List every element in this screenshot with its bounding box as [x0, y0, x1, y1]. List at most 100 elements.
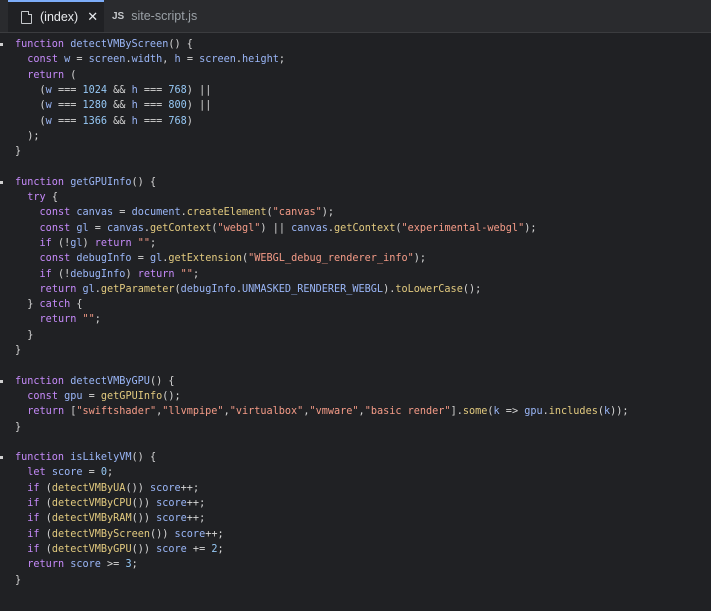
- code-token: "WEBGL_debug_renderer_info": [248, 253, 414, 265]
- code-token: (: [39, 513, 52, 525]
- code-token: "": [137, 237, 151, 249]
- code-token: const: [27, 54, 65, 66]
- code-line: } catch {: [15, 297, 83, 312]
- code-token: ;: [107, 467, 114, 479]
- code-token: debugInfo: [76, 253, 132, 265]
- code-token: ));: [610, 406, 629, 418]
- code-token: ===: [137, 100, 169, 112]
- code-token: "virtualbox": [229, 406, 304, 418]
- code-token: function: [15, 375, 71, 387]
- code-token: =: [70, 54, 89, 66]
- code-token: (: [39, 543, 52, 555]
- code-token: 1280: [82, 100, 108, 112]
- code-token: detectVMByUA: [51, 482, 126, 494]
- code-token: UNMASKED_RENDERER_WEBGL: [242, 283, 384, 295]
- code-token: score: [156, 498, 187, 509]
- code-token: "experimental-webgl": [401, 222, 525, 234]
- code-token: "vmware": [309, 406, 359, 418]
- code-line: }: [15, 144, 21, 159]
- code-token: =: [82, 467, 101, 479]
- code-token: }: [15, 345, 22, 356]
- code-token: ) ||: [186, 100, 212, 112]
- code-token: gl: [70, 237, 83, 249]
- code-token: getGPUInfo: [70, 176, 132, 188]
- code-line: }: [15, 328, 33, 343]
- code-token: ;: [278, 54, 285, 66]
- code-token: (: [39, 498, 52, 509]
- code-token: =: [113, 207, 132, 219]
- code-token: if: [39, 268, 52, 280]
- code-token: );: [524, 222, 537, 234]
- tab-site-script[interactable]: JS site-script.js: [112, 0, 212, 32]
- code-token: toLowerCase: [395, 283, 463, 295]
- code-token: "canvas": [272, 207, 322, 219]
- code-token: 1024: [82, 84, 108, 96]
- code-line: return score >= 3;: [15, 557, 137, 572]
- gutter-fold-marker[interactable]: [0, 379, 3, 383]
- code-token: (: [64, 69, 77, 81]
- code-token: document: [131, 207, 181, 219]
- code-token: catch: [39, 299, 71, 311]
- code-token: ) ||: [186, 84, 212, 96]
- code-line: const w = screen.width, h = screen.heigh…: [15, 52, 285, 67]
- code-editor[interactable]: function detectVMByScreen () { const w = …: [0, 33, 711, 611]
- code-token: screen: [199, 54, 236, 66]
- code-token: ++;: [186, 513, 206, 525]
- code-token: ++;: [180, 482, 200, 494]
- code-token: );: [321, 207, 335, 219]
- code-token: 1366: [82, 115, 108, 127]
- code-token: return: [27, 559, 71, 571]
- code-token: let: [27, 467, 52, 479]
- code-token: "swiftshader": [76, 406, 157, 418]
- code-line: return (: [15, 68, 76, 83]
- code-line: if (detectVMByUA()) score++;: [15, 481, 199, 496]
- code-token: gl: [76, 222, 89, 234]
- code-token: () {: [168, 39, 193, 50]
- code-token: "llvmpipe": [162, 406, 224, 418]
- code-token: }: [15, 421, 22, 433]
- close-icon[interactable]: ✕: [87, 9, 98, 25]
- code-token: ===: [51, 100, 83, 112]
- code-token: ): [186, 115, 193, 127]
- code-token: detectVMByScreen: [51, 528, 150, 540]
- code-line: return ["swiftshader","llvmpipe","virtua…: [15, 404, 629, 419]
- code-token: ): [125, 268, 138, 280]
- code-token: score: [150, 482, 181, 494]
- code-token: }: [15, 146, 22, 158]
- code-token: }: [15, 574, 22, 586]
- code-token: ()): [125, 482, 150, 494]
- code-token: return: [39, 314, 83, 326]
- code-token: height: [242, 54, 279, 66]
- code-token: if: [27, 482, 40, 494]
- code-line: const canvas = document.createElement("c…: [15, 205, 334, 220]
- tab-label: (index): [40, 10, 79, 24]
- tab-index[interactable]: (index) ✕: [8, 0, 104, 32]
- code-token: {: [70, 299, 83, 311]
- code-token: 768: [168, 84, 187, 96]
- code-line: if (!gl) return "";: [15, 236, 157, 251]
- code-token: () {: [131, 176, 157, 188]
- gutter-fold-marker[interactable]: [0, 43, 3, 46]
- code-token: debugInfo: [180, 283, 236, 295]
- gutter-fold-marker[interactable]: [0, 180, 3, 184]
- code-token: ,: [162, 54, 175, 66]
- code-token: ();: [462, 283, 482, 295]
- gutter-fold-marker[interactable]: [0, 456, 3, 460]
- code-token: canvas: [76, 207, 114, 219]
- code-line: if (detectVMByGPU()) score += 2;: [15, 542, 223, 557]
- code-token: ;: [150, 237, 157, 249]
- code-token: ()): [131, 543, 157, 555]
- code-line: (w === 1366 && h === 768): [15, 114, 193, 129]
- code-line: const gpu = getGPUInfo();: [15, 389, 180, 404]
- code-token: function: [15, 176, 71, 188]
- code-token: =>: [499, 406, 525, 418]
- file-icon: [21, 10, 32, 24]
